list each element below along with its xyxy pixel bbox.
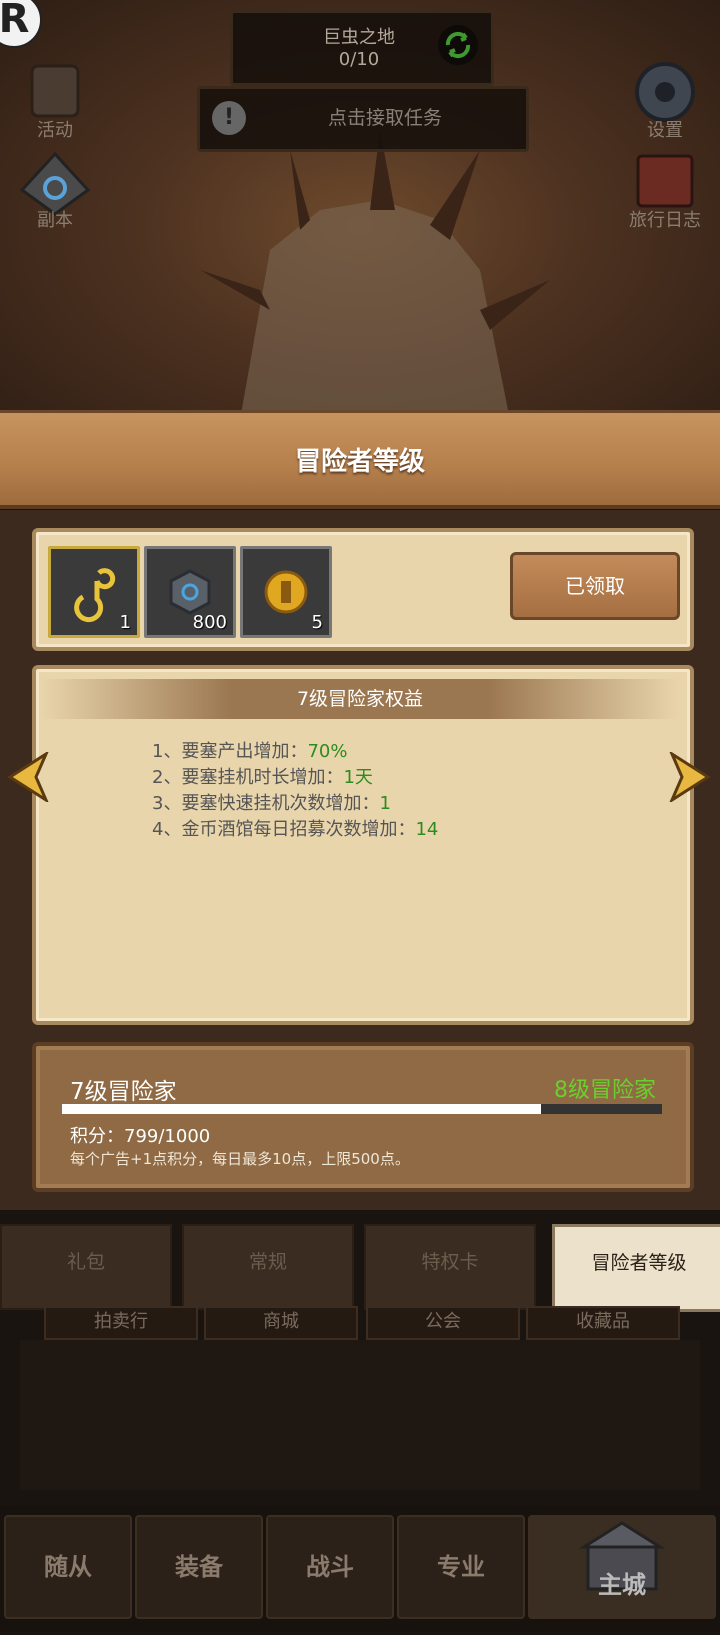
settings-button[interactable]: 设置 xyxy=(620,58,710,148)
refresh-icon[interactable] xyxy=(438,25,478,65)
nav-main-city-label: 主城 xyxy=(598,1571,646,1599)
nav-battle[interactable]: 战斗 xyxy=(266,1515,394,1619)
reward-count: 800 xyxy=(192,612,227,633)
current-level: 7级冒险家 xyxy=(70,1079,177,1105)
panel-title: 冒险者等级 xyxy=(294,447,425,477)
reward-slot[interactable]: 800 xyxy=(144,546,236,638)
activity-label: 活动 xyxy=(37,120,73,141)
content-area xyxy=(20,1340,700,1490)
benefits-panel: 7级冒险家权益 1、要塞产出增加：70% 2、要塞挂机时长增加：1天 3、要塞快… xyxy=(32,665,694,1025)
reward-count: 1 xyxy=(119,612,131,633)
nav-main-city[interactable]: 主城 xyxy=(528,1515,716,1619)
quest-label: 点击接取任务 xyxy=(327,107,442,129)
nav-followers[interactable]: 随从 xyxy=(4,1515,132,1619)
bottom-navigation: 随从 装备 战斗 专业 主城 xyxy=(0,1505,720,1632)
reward-row: 1 800 5 已领取 xyxy=(32,528,694,651)
benefit-line: 4、金币酒馆每日招募次数增加：14 xyxy=(152,819,439,840)
benefit-line: 1、要塞产出增加：70% xyxy=(152,741,348,762)
accept-quest-button[interactable]: ! 点击接取任务 xyxy=(197,86,529,152)
reward-count: 5 xyxy=(311,612,323,633)
reward-slot[interactable]: 1 xyxy=(48,546,140,638)
zone-info[interactable]: 巨虫之地 0/10 xyxy=(230,10,494,86)
claimed-button[interactable]: 已领取 xyxy=(510,552,680,620)
tab-regular[interactable]: 常规 xyxy=(182,1224,354,1310)
progress-fill xyxy=(62,1104,542,1114)
benefits-title: 7级冒险家权益 xyxy=(40,679,680,719)
settings-label: 设置 xyxy=(647,120,683,141)
travel-log-button[interactable]: 旅行日志 xyxy=(620,148,710,238)
dungeon-label: 副本 xyxy=(37,210,73,231)
tab-gift-pack[interactable]: 礼包 xyxy=(0,1224,172,1310)
tab-guild[interactable]: 公会 xyxy=(366,1306,520,1340)
level-progress-box: 7级冒险家 8级冒险家 积分：799/1000 每个广告+1点积分，每日最多10… xyxy=(32,1042,694,1192)
tab-shop[interactable]: 商城 xyxy=(204,1306,358,1340)
nav-equipment[interactable]: 装备 xyxy=(135,1515,263,1619)
score-hint: 每个广告+1点积分，每日最多10点，上限500点。 xyxy=(70,1150,410,1168)
travel-log-label: 旅行日志 xyxy=(629,210,701,231)
previous-level-arrow-icon[interactable] xyxy=(6,752,52,802)
battle-scene: R 巨虫之地 0/10 ! 点击接取任务 活动 副本 设置 旅行日志 xyxy=(0,0,720,410)
reward-slot[interactable]: 5 xyxy=(240,546,332,638)
tab-privilege-card[interactable]: 特权卡 xyxy=(364,1224,536,1310)
score-text: 积分：799/1000 xyxy=(70,1126,211,1147)
tab-auction-house[interactable]: 拍卖行 xyxy=(44,1306,198,1340)
tab-collection[interactable]: 收藏品 xyxy=(526,1306,680,1340)
benefit-line: 3、要塞快速挂机次数增加：1 xyxy=(152,793,391,814)
benefit-line: 2、要塞挂机时长增加：1天 xyxy=(152,767,373,788)
panel-title-bar: 冒险者等级 xyxy=(0,410,720,509)
logo-badge: R xyxy=(0,0,42,48)
tab-adventurer-level[interactable]: 冒险者等级 xyxy=(552,1224,720,1312)
dungeon-button[interactable]: 副本 xyxy=(10,150,100,240)
giant-bug-creature-image xyxy=(200,130,550,410)
alert-icon: ! xyxy=(212,101,246,135)
next-level-arrow-icon[interactable] xyxy=(666,752,712,802)
progress-bar xyxy=(62,1104,662,1114)
nav-profession[interactable]: 专业 xyxy=(397,1515,525,1619)
activity-button[interactable]: 活动 xyxy=(10,60,100,150)
next-level: 8级冒险家 xyxy=(554,1078,656,1103)
